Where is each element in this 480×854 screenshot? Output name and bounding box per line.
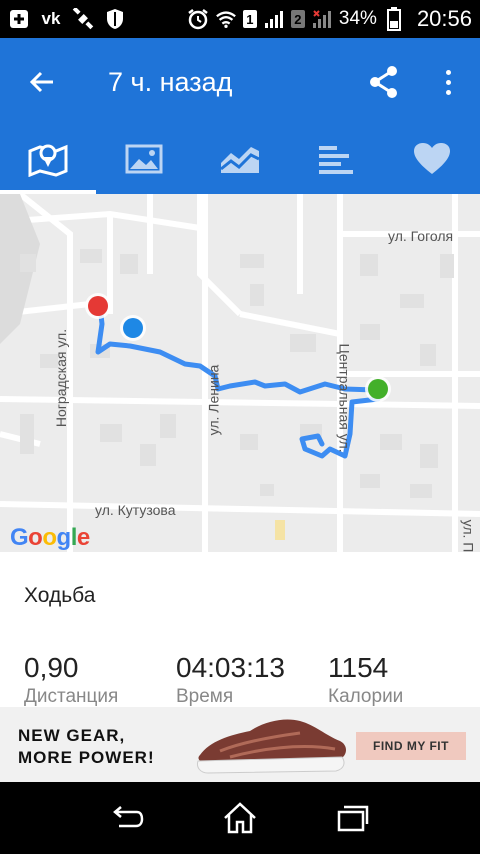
ad-line: MORE POWER! bbox=[18, 748, 155, 767]
current-position-marker[interactable] bbox=[123, 318, 143, 338]
vk-icon: vk bbox=[41, 9, 61, 28]
chart-icon bbox=[220, 147, 260, 173]
home-icon bbox=[224, 802, 256, 834]
heart-icon bbox=[414, 143, 450, 174]
page-title: 7 ч. назад bbox=[108, 67, 233, 97]
more-dot bbox=[445, 79, 451, 85]
app-bar: 7 ч. назад bbox=[0, 38, 480, 124]
ad-headline: NEW GEAR, MORE POWER! bbox=[18, 725, 155, 769]
stat-distance: 0,90 Дистанция bbox=[24, 652, 118, 708]
share-button[interactable] bbox=[362, 60, 406, 104]
sim1-badge: 1 bbox=[242, 10, 257, 28]
activity-summary: Ходьба 0,90 Дистанция 04:03:13 Время 115… bbox=[0, 552, 480, 707]
tab-bar bbox=[0, 124, 480, 194]
map-icon bbox=[28, 144, 68, 177]
tab-photos[interactable] bbox=[96, 124, 192, 194]
stat-value: 1154 bbox=[328, 652, 389, 683]
sim2-badge: 2 bbox=[290, 10, 305, 28]
ad-banner[interactable]: NEW GEAR, MORE POWER! FIND MY FIT bbox=[0, 707, 480, 782]
street-label-lenin: ул. Ленина bbox=[205, 364, 222, 436]
status-bar: vk 1 2 34% 20:56 bbox=[0, 0, 480, 38]
stat-calories: 1154 Калории bbox=[328, 652, 403, 708]
end-marker[interactable] bbox=[368, 379, 388, 399]
share-icon bbox=[370, 66, 397, 98]
street-label-tsentralnaya: Центральная ул. bbox=[336, 343, 353, 453]
start-marker[interactable] bbox=[88, 296, 108, 316]
photo-icon bbox=[125, 144, 163, 174]
tab-chart[interactable] bbox=[192, 124, 288, 194]
nav-home-button[interactable] bbox=[215, 793, 265, 843]
stat-label: Калории bbox=[328, 686, 404, 707]
nav-recents-button[interactable] bbox=[328, 793, 378, 843]
stat-value: 04:03:13 bbox=[176, 652, 285, 683]
more-dot bbox=[445, 69, 451, 75]
shield-icon bbox=[104, 8, 126, 30]
no-signal-icon bbox=[311, 8, 333, 30]
street-label-kutuzov: ул. Кутузова bbox=[95, 502, 176, 518]
recents-icon bbox=[338, 805, 369, 832]
stat-label: Дистанция bbox=[24, 686, 119, 707]
splits-icon bbox=[319, 146, 353, 174]
street-label-gogol: ул. Гоголя bbox=[388, 228, 454, 244]
signal-icon bbox=[263, 8, 285, 30]
map-canvas bbox=[0, 194, 480, 552]
stat-time: 04:03:13 Время bbox=[176, 652, 285, 708]
ad-line: NEW GEAR, bbox=[18, 726, 126, 745]
street-label-p: ул. П bbox=[460, 519, 477, 552]
nav-back-button[interactable] bbox=[102, 793, 152, 843]
more-dot bbox=[445, 89, 451, 95]
tab-splits[interactable] bbox=[288, 124, 384, 194]
activity-type: Ходьба bbox=[24, 584, 96, 607]
ad-cta-button[interactable]: FIND MY FIT bbox=[356, 732, 466, 760]
battery-percent: 34% bbox=[338, 8, 377, 29]
more-options-button[interactable] bbox=[428, 60, 468, 104]
street-label-nogradskaya: Ноградская ул. bbox=[53, 328, 70, 428]
route-map[interactable]: ул. Гоголя Ноградская ул. ул. Ленина Цен… bbox=[0, 194, 480, 552]
battery-icon bbox=[383, 7, 405, 31]
clock: 20:56 bbox=[416, 6, 472, 31]
google-logo: Google bbox=[10, 524, 90, 551]
shoe-image bbox=[197, 719, 346, 774]
tab-heart[interactable] bbox=[384, 124, 480, 194]
plus-icon bbox=[8, 8, 30, 30]
satellite-icon bbox=[72, 8, 94, 30]
wifi-icon bbox=[215, 8, 237, 30]
back-icon bbox=[112, 806, 143, 828]
system-nav-bar bbox=[0, 782, 480, 854]
stat-value: 0,90 bbox=[24, 652, 79, 683]
tab-map[interactable] bbox=[0, 124, 96, 194]
back-button[interactable] bbox=[20, 60, 64, 104]
alarm-icon bbox=[187, 8, 209, 30]
stat-label: Время bbox=[176, 686, 234, 707]
